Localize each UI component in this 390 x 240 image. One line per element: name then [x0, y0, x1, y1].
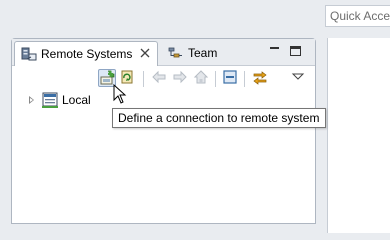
view-menu-icon [291, 73, 305, 80]
forward-arrow-icon [173, 70, 187, 84]
toolbar-separator [244, 71, 245, 87]
tab-team[interactable]: Team [162, 41, 236, 65]
tree-item-label: Local [62, 93, 91, 107]
view-menu-button[interactable] [290, 69, 308, 87]
remote-systems-view: Remote Systems Team Local [11, 38, 316, 224]
back-button[interactable] [151, 69, 169, 87]
tab-remote-systems[interactable]: Remote Systems [14, 41, 158, 66]
refresh-connection-icon [121, 70, 133, 84]
toolbar-separator [215, 71, 216, 87]
minimize-button[interactable] [269, 45, 281, 57]
tab-team-label: Team [188, 46, 218, 60]
home-icon [193, 70, 209, 84]
tooltip: Define a connection to remote system [112, 108, 326, 128]
close-icon[interactable] [140, 47, 150, 61]
quick-access-field[interactable]: Quick Acces [325, 5, 390, 27]
mouse-cursor-icon [113, 84, 127, 104]
chevron-right-icon[interactable] [28, 95, 36, 105]
view-toolbar [12, 66, 315, 92]
team-icon [168, 45, 184, 61]
remote-systems-icon [21, 46, 37, 62]
collapse-all-icon [223, 70, 237, 84]
tree-item-local[interactable]: Local [28, 91, 92, 109]
view-tab-bar: Remote Systems Team [12, 39, 315, 66]
back-arrow-icon [152, 70, 166, 84]
link-with-editor-icon [253, 71, 267, 85]
link-with-editor-button[interactable] [252, 69, 270, 87]
collapse-all-button[interactable] [222, 69, 240, 87]
tab-remote-systems-label: Remote Systems [41, 47, 133, 61]
editor-area [327, 38, 390, 233]
toolbar-separator [143, 71, 144, 87]
home-button[interactable] [193, 69, 211, 87]
forward-button[interactable] [172, 69, 190, 87]
local-system-icon [42, 92, 58, 108]
maximize-button[interactable] [290, 46, 301, 56]
